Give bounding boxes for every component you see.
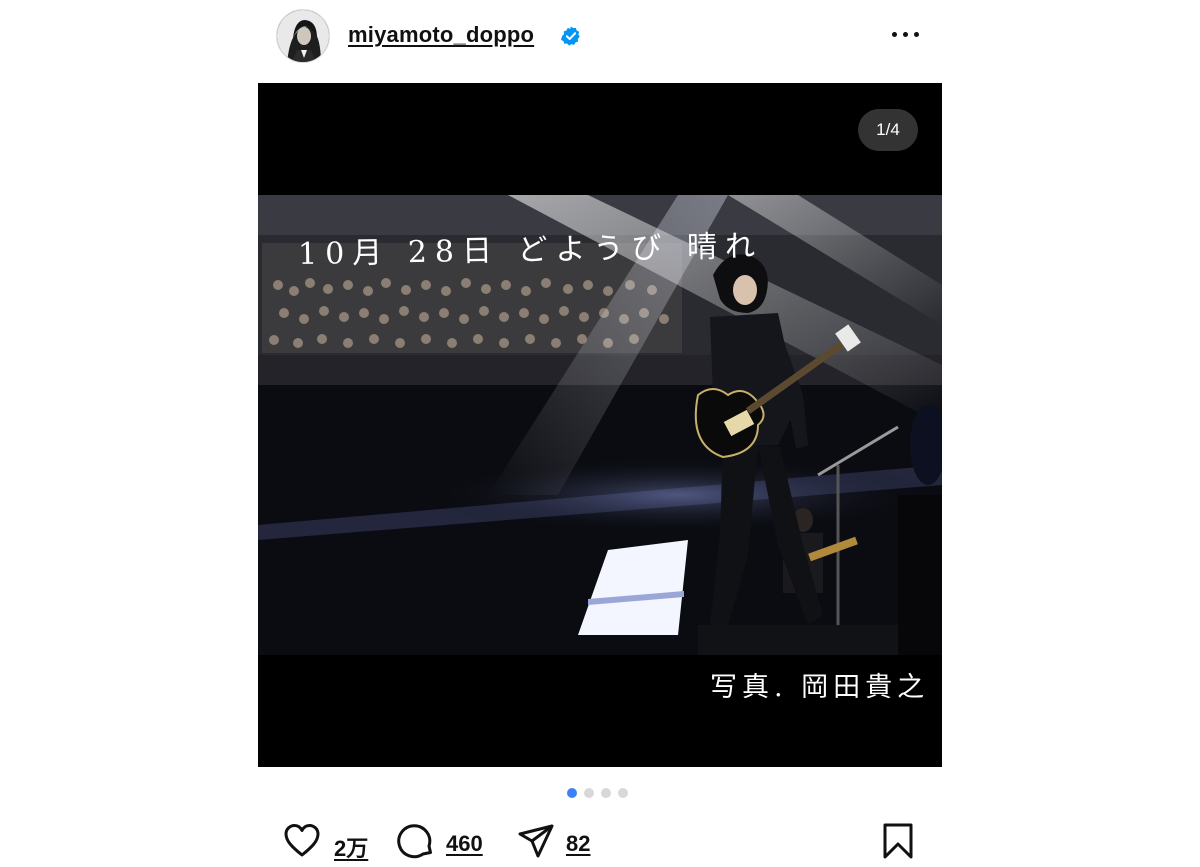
comment-button[interactable]: 460 bbox=[396, 821, 506, 861]
more-options-icon[interactable] bbox=[890, 24, 922, 44]
carousel-dot-1[interactable] bbox=[567, 788, 577, 798]
slide-counter: 1/4 bbox=[858, 109, 918, 151]
action-bar: 2万 460 82 bbox=[258, 815, 942, 867]
post-header: miyamoto_doppo bbox=[258, 6, 942, 66]
comment-icon bbox=[397, 824, 432, 859]
comment-count[interactable]: 460 bbox=[446, 831, 483, 857]
carousel-dot-2[interactable] bbox=[584, 788, 594, 798]
share-icon bbox=[518, 824, 554, 858]
like-button[interactable]: 2万 bbox=[282, 821, 382, 861]
username-link[interactable]: miyamoto_doppo bbox=[348, 22, 534, 48]
carousel-indicator bbox=[567, 788, 637, 800]
post-carousel[interactable]: 10月 28日 どようび 晴れ 写真. 岡田貴之 氏 1/4 bbox=[258, 83, 942, 767]
avatar[interactable] bbox=[276, 9, 330, 63]
bookmark-icon bbox=[883, 823, 913, 859]
share-button[interactable]: 82 bbox=[516, 821, 606, 861]
handwritten-title: 10月 28日 どようび 晴れ bbox=[297, 228, 764, 273]
share-count[interactable]: 82 bbox=[566, 831, 590, 857]
verified-badge-icon bbox=[561, 26, 580, 46]
photo-credit: 写真. 岡田貴之 氏 bbox=[710, 672, 942, 703]
heart-icon bbox=[284, 824, 320, 857]
avatar-portrait bbox=[277, 10, 329, 62]
like-count[interactable]: 2万 bbox=[334, 831, 368, 863]
save-button[interactable] bbox=[880, 821, 916, 861]
carousel-dot-4[interactable] bbox=[618, 788, 628, 798]
carousel-dot-3[interactable] bbox=[601, 788, 611, 798]
